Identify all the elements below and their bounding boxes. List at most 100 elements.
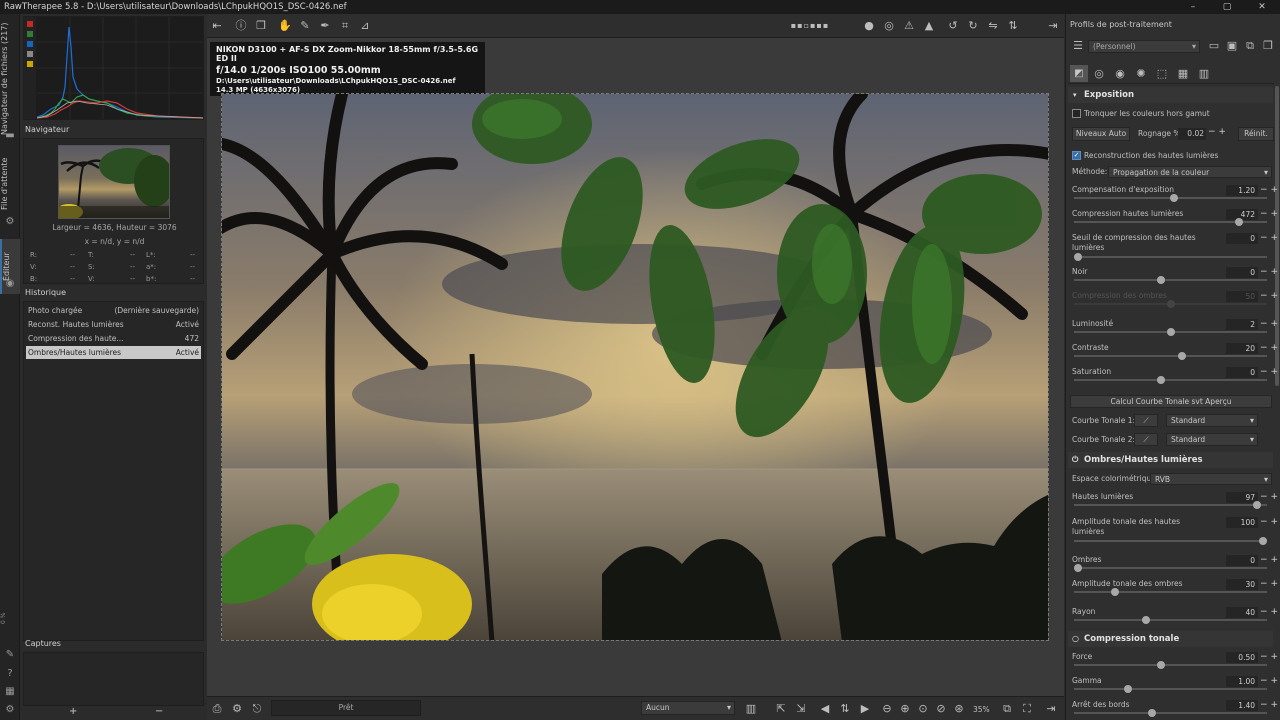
slider-knob[interactable] [1148, 709, 1156, 717]
slider-value-input[interactable]: 0 [1226, 555, 1258, 566]
slider-stepper[interactable]: − + [1260, 517, 1278, 528]
filmstrip-next-icon[interactable]: ⇲ [793, 701, 809, 717]
tab-exposure[interactable]: ◩ [1070, 65, 1088, 82]
curve1-editor-icon[interactable]: ⟋ [1134, 414, 1158, 427]
shadow-clip-icon[interactable]: ◎ [881, 18, 897, 34]
slider-track[interactable] [1074, 253, 1267, 261]
slider-stepper[interactable]: − + [1260, 555, 1278, 566]
slider-value-input[interactable]: 1.40 [1226, 700, 1258, 711]
slider-track[interactable] [1074, 537, 1267, 545]
straighten-tool-icon[interactable]: ⊿ [357, 18, 373, 34]
photo-preview[interactable] [221, 93, 1049, 641]
focus-mask-icon[interactable]: ● [861, 18, 877, 34]
crop-tool-icon[interactable]: ⌗ [337, 18, 353, 34]
rotate-left-icon[interactable]: ↺ [945, 18, 961, 34]
save-profile-icon[interactable]: ▣ [1224, 38, 1240, 54]
slider-knob[interactable] [1111, 588, 1119, 596]
output-profile-combo[interactable]: Aucun [641, 701, 735, 715]
slider-knob[interactable] [1157, 276, 1166, 284]
slider-value-input[interactable]: 30 [1226, 579, 1258, 590]
collapse-right-panel-icon[interactable]: ⇥ [1043, 701, 1059, 717]
clip-oog-checkbox[interactable] [1072, 109, 1081, 118]
slider-track[interactable] [1074, 709, 1267, 717]
external-editor-icon[interactable]: ⎋ [249, 701, 265, 717]
slider-value-input[interactable]: 0 [1226, 367, 1258, 378]
fullscreen-icon[interactable]: ⛶ [1019, 701, 1035, 717]
slider-knob[interactable] [1074, 253, 1082, 261]
prev-image-icon[interactable]: ◀ [817, 701, 833, 717]
tab-wavelet-icon[interactable]: ✺ [1133, 66, 1149, 82]
slider-stepper[interactable]: − + [1260, 267, 1278, 278]
history-row-selected[interactable]: Ombres/Hautes lumières Activé [26, 346, 201, 359]
chroma-toggle[interactable] [27, 61, 33, 67]
red-channel-toggle[interactable] [27, 21, 33, 27]
luminance-toggle[interactable] [27, 51, 33, 57]
slider-stepper[interactable]: − + [1260, 233, 1278, 244]
slider-track[interactable] [1074, 328, 1267, 336]
slider-track[interactable] [1074, 276, 1267, 284]
slider-track[interactable] [1074, 352, 1267, 360]
next-image-icon[interactable]: ▶ [857, 701, 873, 717]
slider-stepper[interactable]: − + [1260, 607, 1278, 618]
tab-color-icon[interactable]: ◉ [1112, 66, 1128, 82]
sync-icon[interactable]: ⇅ [837, 701, 853, 717]
slider-stepper[interactable]: − + [1260, 209, 1278, 220]
flip-vertical-icon[interactable]: ⇅ [1005, 18, 1021, 34]
zoom-out-icon[interactable]: ⊖ [879, 701, 895, 717]
navigator-thumbnail[interactable] [58, 145, 170, 219]
slider-track[interactable] [1074, 616, 1267, 624]
slider-stepper[interactable]: − + [1260, 343, 1278, 354]
curve2-editor-icon[interactable]: ⟋ [1134, 433, 1158, 446]
color-picker-icon[interactable]: ✒ [317, 18, 333, 34]
slider-knob[interactable] [1123, 685, 1132, 693]
queue-add-icon[interactable]: ⚙ [229, 701, 245, 717]
slider-track[interactable] [1074, 685, 1267, 693]
slider-track[interactable] [1074, 588, 1267, 596]
slider-value-input[interactable]: 0 [1226, 267, 1258, 278]
collapse-right-icon[interactable]: ⇥ [1045, 18, 1061, 34]
auto-levels-button[interactable]: Niveaux Auto [1072, 127, 1130, 141]
slider-knob[interactable] [1253, 501, 1262, 509]
pen-icon[interactable]: ✎ [4, 649, 16, 661]
preview-channel-icons[interactable]: ▪▪▫▪▪▪ [785, 18, 835, 34]
zoom-fit-icon[interactable]: ⊙ [915, 701, 931, 717]
shadows-highlights-header[interactable]: ⏻ Ombres/Hautes lumières [1068, 452, 1273, 468]
slider-knob[interactable] [1234, 218, 1243, 226]
slider-stepper[interactable]: − + [1260, 676, 1278, 687]
exposure-header[interactable]: ▾ Exposition [1068, 87, 1273, 103]
minimize-button[interactable]: – [1176, 0, 1210, 14]
slider-value-input[interactable]: 2 [1226, 319, 1258, 330]
slider-track[interactable] [1074, 564, 1267, 572]
histogram-toggle-icon[interactable]: ▥ [743, 701, 759, 717]
slider-knob[interactable] [1157, 661, 1166, 669]
slider-value-input[interactable]: 0.50 [1226, 652, 1258, 663]
tab-metadata-icon[interactable]: ▥ [1196, 66, 1212, 82]
profile-combo[interactable]: (Personnel) [1088, 40, 1200, 53]
white-balance-picker-icon[interactable]: ✎ [297, 18, 313, 34]
settings-icon[interactable]: ⚙ [4, 704, 16, 716]
tab-queue[interactable]: File d'attente [0, 154, 20, 214]
slider-value-input[interactable]: 1.20 [1226, 185, 1258, 196]
slider-value-input[interactable]: 20 [1226, 343, 1258, 354]
curve1-combo[interactable]: Standard [1166, 414, 1258, 427]
history-row[interactable]: Compression des haute... 472 [26, 332, 201, 345]
slider-knob[interactable] [1142, 616, 1151, 624]
slider-stepper[interactable]: − + [1260, 291, 1278, 302]
slider-value-input[interactable]: 40 [1226, 607, 1258, 618]
power-icon[interactable]: ○ [1072, 631, 1079, 647]
slider-knob[interactable] [1166, 300, 1175, 308]
slider-stepper[interactable]: − + [1260, 700, 1278, 711]
history-row[interactable]: Photo chargée (Dernière sauvegarde) [26, 304, 201, 317]
open-profile-icon[interactable]: ▭ [1206, 38, 1222, 54]
image-canvas[interactable]: NIKON D3100 + AF-S DX Zoom-Nikkor 18-55m… [207, 38, 1064, 696]
slider-track[interactable] [1074, 218, 1267, 226]
profile-list-icon[interactable]: ☰ [1070, 38, 1086, 54]
add-capture-button[interactable]: + [69, 706, 77, 717]
slider-knob[interactable] [1166, 328, 1175, 336]
slider-stepper[interactable]: − + [1260, 492, 1278, 503]
curve2-combo[interactable]: Standard [1166, 433, 1258, 446]
highlight-clip-icon[interactable]: ▲ [921, 18, 937, 34]
copy-profile-icon[interactable]: ⧉ [1242, 38, 1258, 54]
close-button[interactable]: ✕ [1245, 0, 1279, 14]
tone-compression-header[interactable]: ○ Compression tonale [1068, 631, 1273, 647]
